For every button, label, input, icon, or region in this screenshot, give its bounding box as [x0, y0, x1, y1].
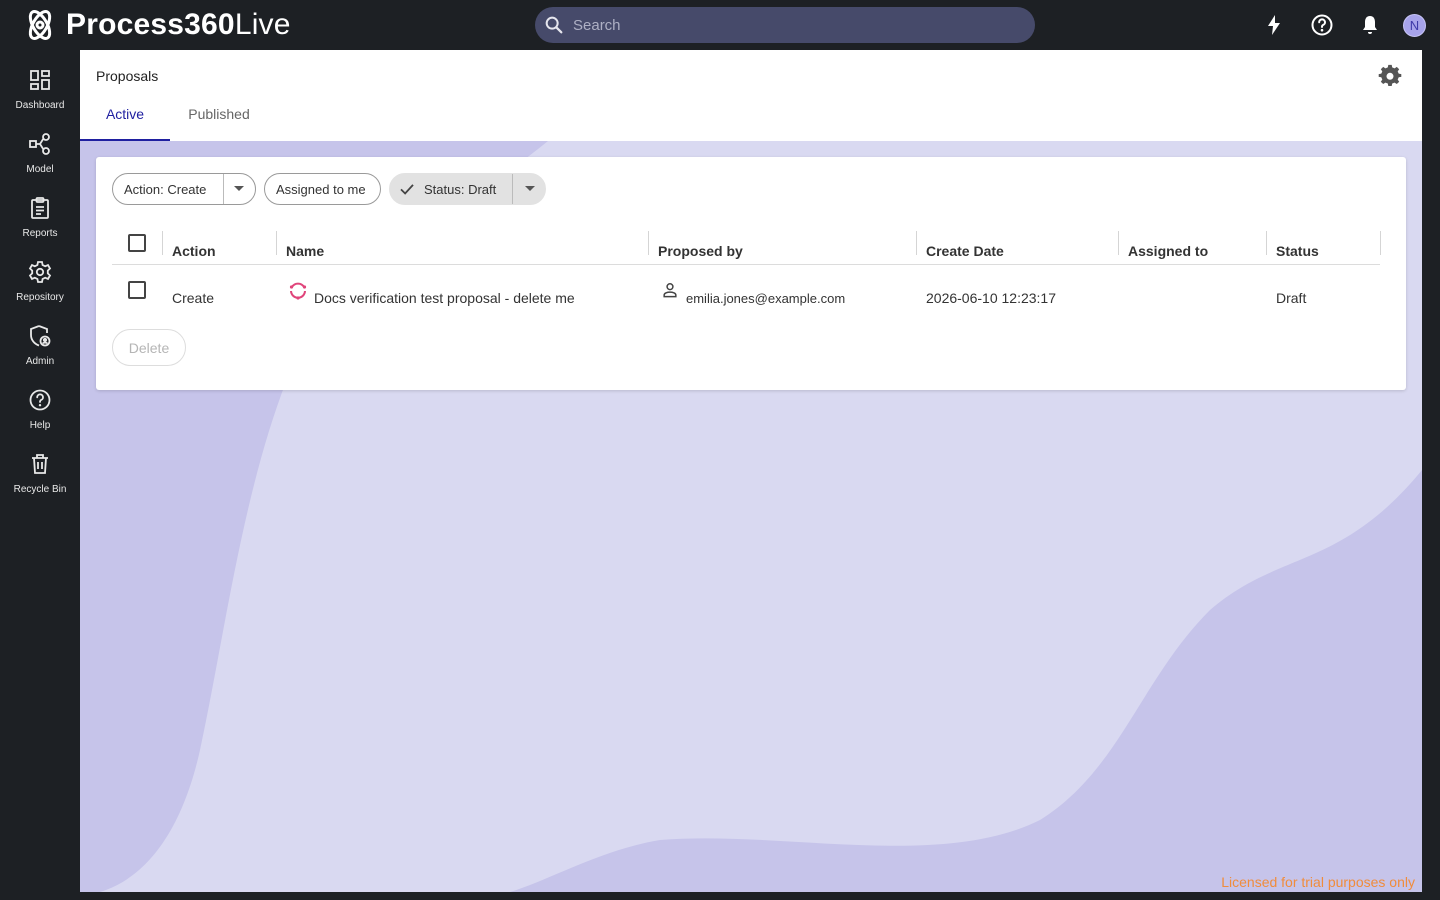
filter-assigned-label: Assigned to me	[276, 181, 366, 197]
column-separator	[162, 231, 163, 255]
chip-divider	[512, 174, 513, 204]
settings-gear-icon[interactable]	[1378, 64, 1402, 88]
search-bar[interactable]	[535, 7, 1035, 43]
dashboard-icon	[30, 70, 50, 90]
sidebar-item-admin[interactable]: Admin	[0, 320, 80, 380]
notifications-bell-icon[interactable]	[1358, 13, 1382, 37]
column-header-create-date[interactable]: Create Date	[926, 243, 1004, 259]
lightning-icon[interactable]	[1262, 13, 1286, 37]
chip-divider	[223, 174, 224, 204]
chevron-down-icon[interactable]	[525, 186, 535, 191]
column-header-assigned-to[interactable]: Assigned to	[1128, 243, 1208, 259]
reports-icon	[31, 197, 49, 219]
help-icon[interactable]	[1310, 13, 1334, 37]
column-separator	[276, 231, 277, 255]
sidebar-label: Recycle Bin	[13, 484, 67, 495]
sidebar-item-reports[interactable]: Reports	[0, 192, 80, 252]
sidebar-item-dashboard[interactable]: Dashboard	[0, 64, 80, 124]
column-header-name[interactable]: Name	[286, 243, 324, 259]
help-circle-icon	[29, 389, 51, 411]
cell-create-date: 2026-06-10 12:23:17	[926, 290, 1056, 306]
app-logo[interactable]: Process360Live	[22, 8, 291, 42]
table-header-divider	[112, 264, 1380, 265]
top-bar: Process360Live N	[0, 0, 1440, 50]
repository-icon	[28, 261, 52, 283]
cell-status: Draft	[1276, 290, 1307, 306]
sidebar-item-repository[interactable]: Repository	[0, 256, 80, 316]
sidebar-item-recycle-bin[interactable]: Recycle Bin	[0, 448, 80, 508]
chevron-down-icon[interactable]	[234, 186, 244, 191]
user-avatar[interactable]: N	[1403, 14, 1426, 37]
row-checkbox[interactable]	[128, 281, 146, 299]
sidebar: Dashboard Model Reports Repository Admin…	[0, 50, 80, 900]
filter-status-chip[interactable]: Status: Draft	[389, 173, 546, 205]
proposal-cycle-icon	[289, 282, 307, 300]
tab-published[interactable]: Published	[170, 106, 268, 141]
search-icon	[545, 16, 563, 34]
logo-icon	[28, 10, 52, 40]
column-header-proposed-by[interactable]: Proposed by	[658, 243, 743, 259]
column-separator	[916, 231, 917, 255]
check-icon	[400, 184, 414, 195]
search-input[interactable]	[573, 16, 1013, 34]
trash-icon	[32, 454, 48, 474]
sidebar-label: Reports	[22, 228, 58, 239]
sidebar-label: Dashboard	[15, 100, 65, 111]
license-notice: Licensed for trial purposes only	[1221, 874, 1415, 890]
sidebar-item-help[interactable]: Help	[0, 384, 80, 444]
page-header: Proposals Active Published	[80, 50, 1422, 141]
cell-action: Create	[172, 290, 215, 306]
filter-action-label: Action: Create	[124, 181, 207, 197]
page-title: Proposals	[96, 68, 159, 84]
column-separator	[648, 231, 649, 255]
column-separator	[1118, 231, 1119, 255]
admin-icon	[30, 325, 51, 347]
column-header-action[interactable]: Action	[172, 243, 216, 259]
person-icon	[663, 283, 677, 298]
select-all-checkbox[interactable]	[128, 234, 146, 252]
column-separator	[1266, 231, 1267, 255]
column-separator	[1380, 231, 1381, 255]
right-edge-bar	[1422, 50, 1440, 900]
app-title: Process360Live	[66, 8, 291, 41]
cell-name[interactable]: Docs verification test proposal - delete…	[314, 290, 575, 306]
sidebar-label: Admin	[25, 356, 55, 367]
filter-assigned-chip[interactable]: Assigned to me	[264, 173, 381, 205]
filter-action-chip[interactable]: Action: Create	[112, 173, 256, 205]
cell-proposed-by: emilia.jones@example.com	[686, 291, 846, 306]
delete-button[interactable]: Delete	[112, 329, 186, 366]
sidebar-label: Repository	[16, 292, 64, 303]
sidebar-label: Help	[29, 420, 51, 431]
sidebar-item-model[interactable]: Model	[0, 128, 80, 188]
model-icon	[29, 133, 50, 155]
tab-active[interactable]: Active	[80, 106, 170, 141]
sidebar-label: Model	[26, 164, 54, 175]
filter-status-label: Status: Draft	[424, 181, 497, 197]
proposals-card: Action: Create Assigned to me Status: Dr…	[96, 157, 1406, 390]
main-content: Proposals Active Published Action: Creat…	[80, 50, 1422, 892]
column-header-status[interactable]: Status	[1276, 243, 1319, 259]
